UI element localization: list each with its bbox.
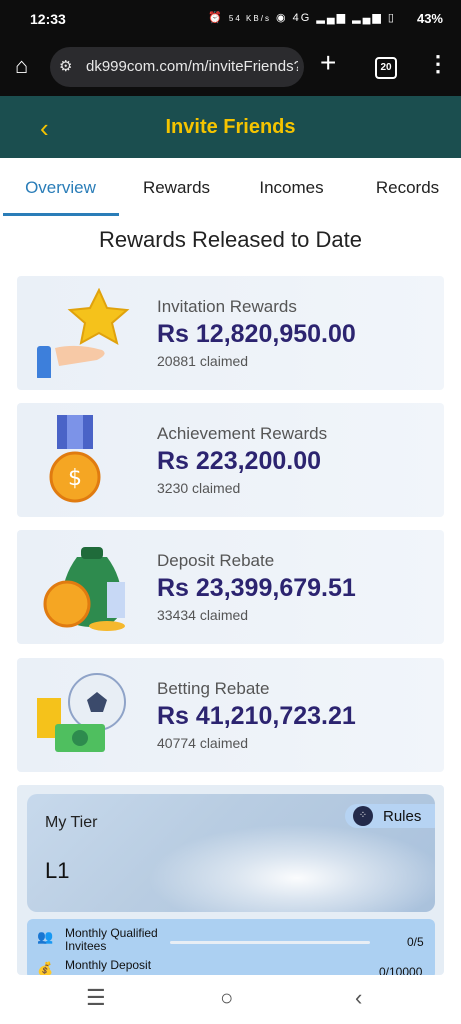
qualification-value: 0/5 [407, 935, 424, 949]
svg-text:$: $ [68, 466, 82, 491]
network-speed: 54 KB/s [228, 14, 271, 23]
reward-card-achievement[interactable]: $ Achievement Rewards Rs 223,200.00 3230… [17, 403, 444, 517]
tab-count-button[interactable]: 20 [375, 57, 397, 79]
home-circle-icon[interactable]: ○ [220, 985, 233, 1011]
tab-overview[interactable]: Overview [3, 178, 118, 198]
card-label: Deposit Rebate [157, 551, 275, 570]
card-amount: Rs 223,200.00 [157, 447, 322, 475]
reward-card-betting[interactable]: Betting Rebate Rs 41,210,723.21 40774 cl… [17, 658, 444, 772]
card-label: Invitation Rewards [157, 297, 297, 316]
money-bag-icon [43, 547, 125, 631]
qualification-value: 0/10000 [379, 965, 423, 975]
more-menu-icon[interactable]: ⋮ [427, 51, 449, 77]
section-title: Rewards Released to Date [99, 227, 362, 252]
reward-card-deposit[interactable]: Deposit Rebate Rs 23,399,679.51 33434 cl… [17, 530, 444, 644]
browser-bar: ⌂ ⚙ dk999com.com/m/inviteFriends? + 20 ⋮ [0, 38, 461, 96]
recent-apps-icon[interactable]: ☰ [86, 985, 106, 1011]
address-bar[interactable]: ⚙ dk999com.com/m/inviteFriends? [50, 47, 304, 87]
qualification-panel: 👥 Monthly Qualified Invitees 0/5 💰 Monthl… [27, 919, 435, 975]
money-icon: 💰 [37, 961, 54, 975]
rules-icon: ⁘ [353, 806, 373, 826]
tab-records[interactable]: Records [350, 178, 461, 198]
tab-incomes[interactable]: Incomes [234, 178, 349, 198]
ball-cash-icon [37, 673, 126, 752]
network-type: 4G [292, 12, 312, 24]
tab-rewards[interactable]: Rewards [119, 178, 234, 198]
people-icon: 👥 [37, 929, 54, 944]
status-icons: ⏰ 54 KB/s ◉ 4G ▂▄▆ ▂▄▆ ▯ [208, 12, 396, 24]
card-amount: Rs 23,399,679.51 [157, 574, 356, 602]
tab-bar: Overview Rewards Incomes Records [0, 158, 461, 216]
url-text: dk999com.com/m/inviteFriends? [86, 58, 298, 75]
tier-card: My Tier L1 ⁘ Rules [27, 794, 435, 912]
page-title: Invite Friends [165, 116, 296, 138]
active-tab-indicator [3, 213, 119, 216]
card-label: Betting Rebate [157, 679, 270, 698]
star-hand-icon [37, 288, 130, 378]
card-amount: Rs 41,210,723.21 [157, 702, 356, 730]
sparkle-decoration [147, 824, 435, 912]
qualification-label: Monthly Qualified Invitees [65, 926, 158, 953]
card-claimed: 40774 claimed [157, 735, 249, 751]
tier-section: My Tier L1 ⁘ Rules 👥 Monthly Qualified In… [17, 785, 444, 975]
rules-button[interactable]: ⁘ Rules [345, 804, 435, 828]
card-claimed: 3230 claimed [157, 480, 241, 496]
home-icon[interactable]: ⌂ [15, 53, 28, 79]
tier-level: L1 [45, 858, 70, 883]
progress-bar [170, 941, 370, 944]
status-bar: 12:33 ⏰ 54 KB/s ◉ 4G ▂▄▆ ▂▄▆ ▯ 43% [0, 0, 461, 38]
battery-percent: 43% [416, 11, 443, 26]
rules-label: Rules [383, 808, 422, 825]
site-settings-icon[interactable]: ⚙ [59, 57, 72, 75]
card-claimed: 33434 claimed [157, 607, 249, 623]
reward-card-invitation[interactable]: Invitation Rewards Rs 12,820,950.00 2088… [17, 276, 444, 390]
medal-icon: $ [49, 415, 101, 503]
qualification-label: Monthly Deposit [65, 958, 152, 972]
tier-label: My Tier [45, 814, 98, 831]
page-header: ‹ Invite Friends [0, 96, 461, 158]
card-claimed: 20881 claimed [157, 353, 249, 369]
new-tab-icon[interactable]: + [320, 47, 336, 79]
card-label: Achievement Rewards [157, 424, 328, 443]
system-nav-bar: ☰ ○ ‹ [0, 975, 461, 1024]
back-icon[interactable]: ‹ [355, 985, 362, 1011]
card-amount: Rs 12,820,950.00 [157, 320, 356, 348]
status-time: 12:33 [30, 11, 66, 27]
